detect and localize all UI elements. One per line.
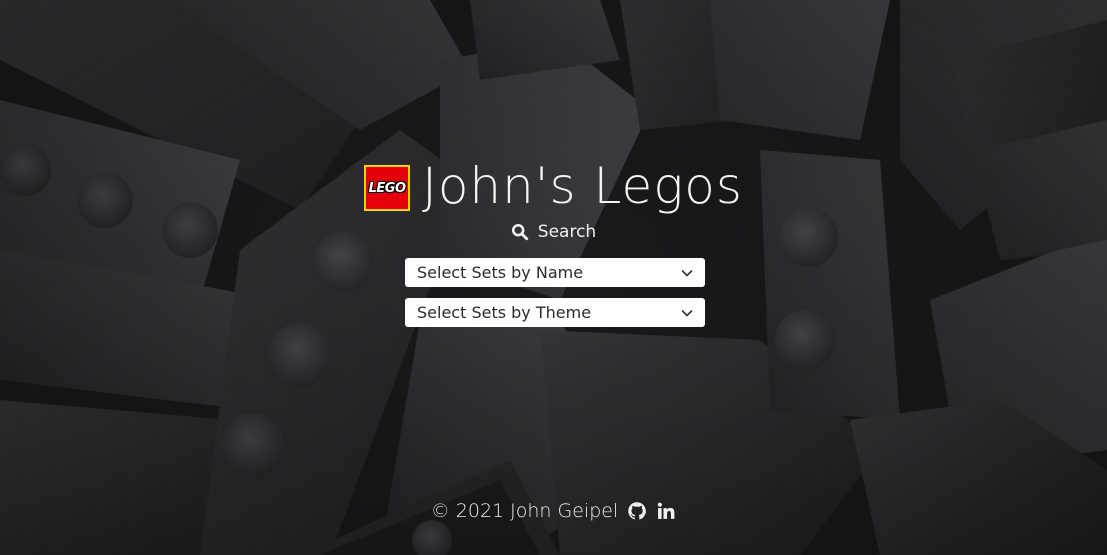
chevron-down-icon bbox=[681, 269, 693, 276]
select-sets-by-name-dropdown[interactable]: Select Sets by Name bbox=[405, 258, 705, 287]
chevron-down-icon bbox=[681, 309, 693, 316]
linkedin-icon[interactable] bbox=[656, 501, 676, 521]
select-sets-by-theme-dropdown[interactable]: Select Sets by Theme bbox=[405, 298, 705, 327]
search-icon bbox=[511, 223, 528, 241]
lego-logo-text: LEGO bbox=[368, 180, 406, 196]
github-icon[interactable] bbox=[627, 501, 647, 521]
page: LEGO John's Legos Search Select Sets by … bbox=[0, 0, 1107, 555]
search-label: Search bbox=[537, 222, 597, 242]
copyright-text: © 2021 John Geipel bbox=[430, 500, 619, 522]
site-footer: © 2021 John Geipel bbox=[0, 500, 1107, 522]
select-sets-by-name-value: Select Sets by Name bbox=[417, 263, 584, 282]
search-link[interactable]: Search bbox=[0, 222, 1107, 242]
select-sets-by-theme-value: Select Sets by Theme bbox=[417, 303, 592, 322]
site-header: LEGO John's Legos bbox=[0, 156, 1107, 216]
page-title: John's Legos bbox=[422, 157, 743, 215]
lego-logo: LEGO bbox=[364, 165, 411, 211]
